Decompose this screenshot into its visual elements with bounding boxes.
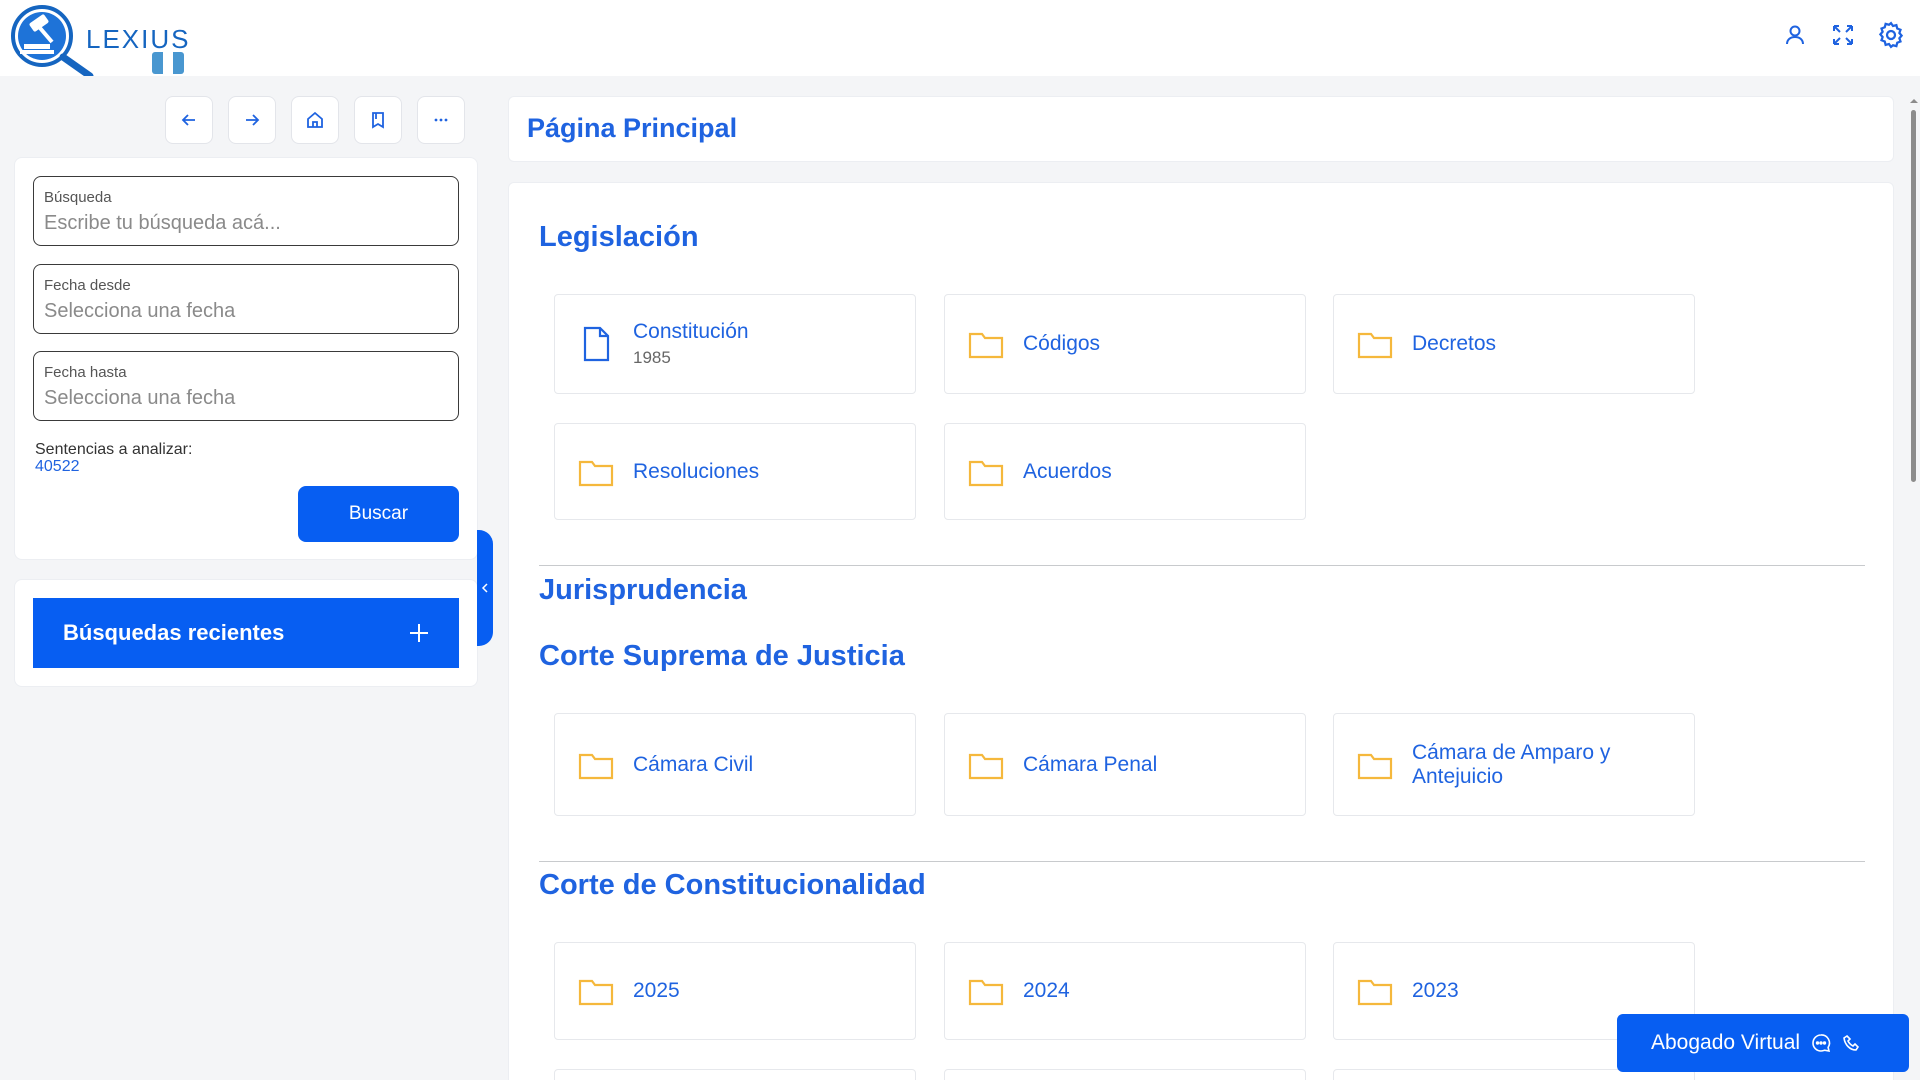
chevron-left-icon <box>481 583 488 593</box>
search-query-field[interactable]: Búsqueda <box>33 176 459 246</box>
search-panel: Búsqueda Fecha desde Fecha hasta Sentenc… <box>14 157 478 560</box>
recent-searches-panel: Búsquedas recientes <box>14 579 478 687</box>
tile-label: 2023 <box>1412 979 1459 1002</box>
tile-camara-penal[interactable]: Cámara Penal <box>944 713 1306 816</box>
tile-label: Cámara de Amparo y Antejuicio <box>1412 740 1611 788</box>
tile-sublabel: 1985 <box>633 348 671 367</box>
tile-year-2025[interactable]: 2025 <box>554 942 916 1040</box>
top-icons <box>1780 20 1906 50</box>
bookmark-button[interactable] <box>354 96 402 144</box>
tile-label: Códigos <box>1023 332 1101 355</box>
user-icon[interactable] <box>1780 20 1810 50</box>
page-title-card: Página Principal <box>508 96 1894 162</box>
tile-camara-amparo[interactable]: Cámara de Amparo y Antejuicio <box>1333 713 1695 816</box>
forward-button[interactable] <box>228 96 276 144</box>
scroll-thumb[interactable] <box>1911 110 1916 482</box>
date-from-field[interactable]: Fecha desde <box>33 264 459 334</box>
search-input[interactable] <box>44 212 444 235</box>
folder-icon <box>968 753 1004 779</box>
folder-icon <box>968 460 1004 486</box>
document-icon <box>583 326 610 362</box>
tile-resoluciones[interactable]: Resoluciones <box>554 423 916 520</box>
tile-label: Decretos <box>1412 332 1497 355</box>
section-title-corte-suprema: Corte Suprema de Justicia <box>539 640 905 672</box>
folder-icon <box>578 460 614 486</box>
home-icon <box>307 111 323 128</box>
sentences-count-label: Sentencias a analizar: <box>35 441 193 458</box>
section-title-corte-constitucionalidad: Corte de Constitucionalidad <box>539 869 926 901</box>
back-button[interactable] <box>165 96 213 144</box>
tile-label: Cámara Civil <box>633 752 754 776</box>
tile-camara-civil[interactable]: Cámara Civil <box>554 713 916 816</box>
phone-icon <box>1843 1034 1860 1051</box>
search-query-label: Búsqueda <box>44 189 112 206</box>
folder-icon <box>1357 753 1393 779</box>
forward-arrow-icon <box>246 114 260 126</box>
more-icon <box>434 118 448 122</box>
sentences-count-value: 40522 <box>35 458 80 475</box>
main-content: Legislación Constitución 1985 Códigos De… <box>508 182 1894 1080</box>
section-title-jurisprudencia: Jurisprudencia <box>539 574 747 606</box>
page-scrollbar[interactable] <box>1908 96 1920 1080</box>
tile-label: Acuerdos <box>1023 459 1112 483</box>
tile-year-2024[interactable]: 2024 <box>944 942 1306 1040</box>
folder-icon <box>968 332 1004 359</box>
tile-label: Constitución <box>633 320 749 343</box>
sidebar-collapse-toggle[interactable] <box>477 530 493 646</box>
section-title-legislacion: Legislación <box>539 221 699 253</box>
folder-icon <box>578 979 614 1006</box>
bookmark-icon <box>372 112 384 129</box>
tile-label: 2024 <box>1023 979 1070 1002</box>
tile-label: 2025 <box>633 979 680 1002</box>
tile-partial[interactable] <box>944 1069 1306 1080</box>
chat-bubble-icon <box>1812 1034 1831 1053</box>
folder-icon <box>1357 979 1393 1006</box>
tile-codigos[interactable]: Códigos <box>944 294 1306 394</box>
tile-decretos[interactable]: Decretos <box>1333 294 1695 394</box>
tile-label: Resoluciones <box>633 459 760 483</box>
page-title: Página Principal <box>527 113 738 143</box>
date-to-input[interactable] <box>44 387 444 410</box>
date-from-input[interactable] <box>44 300 444 323</box>
divider <box>539 565 1865 566</box>
top-bar: LEXIUS <box>0 0 1920 80</box>
date-from-label: Fecha desde <box>44 277 131 294</box>
guatemala-flag-icon <box>152 52 184 74</box>
scroll-up-arrow-icon[interactable] <box>1909 96 1919 106</box>
back-arrow-icon <box>181 114 195 126</box>
tile-acuerdos[interactable]: Acuerdos <box>944 423 1306 520</box>
date-to-label: Fecha hasta <box>44 364 127 381</box>
folder-icon <box>1357 332 1393 359</box>
tile-partial[interactable] <box>554 1069 916 1080</box>
virtual-lawyer-button[interactable]: Abogado Virtual <box>1617 1014 1909 1072</box>
recent-searches-toggle[interactable]: Búsquedas recientes <box>33 598 459 668</box>
folder-icon <box>968 979 1004 1006</box>
home-button[interactable] <box>291 96 339 144</box>
app-name: LEXIUS <box>86 24 191 54</box>
search-button[interactable]: Buscar <box>298 486 459 542</box>
more-button[interactable] <box>417 96 465 144</box>
navigation-toolbar <box>165 96 465 144</box>
recent-searches-label: Búsquedas recientes <box>63 620 285 645</box>
settings-icon[interactable] <box>1876 20 1906 50</box>
tile-label: Cámara Penal <box>1023 752 1158 776</box>
folder-icon <box>578 753 614 779</box>
divider <box>539 861 1865 862</box>
expand-icon[interactable] <box>1828 20 1858 50</box>
date-to-field[interactable]: Fecha hasta <box>33 351 459 421</box>
tile-constitucion[interactable]: Constitución 1985 <box>554 294 916 394</box>
lexius-logo[interactable]: LEXIUS <box>10 4 189 80</box>
virtual-lawyer-label: Abogado Virtual <box>1651 1031 1801 1054</box>
plus-icon <box>410 624 428 642</box>
